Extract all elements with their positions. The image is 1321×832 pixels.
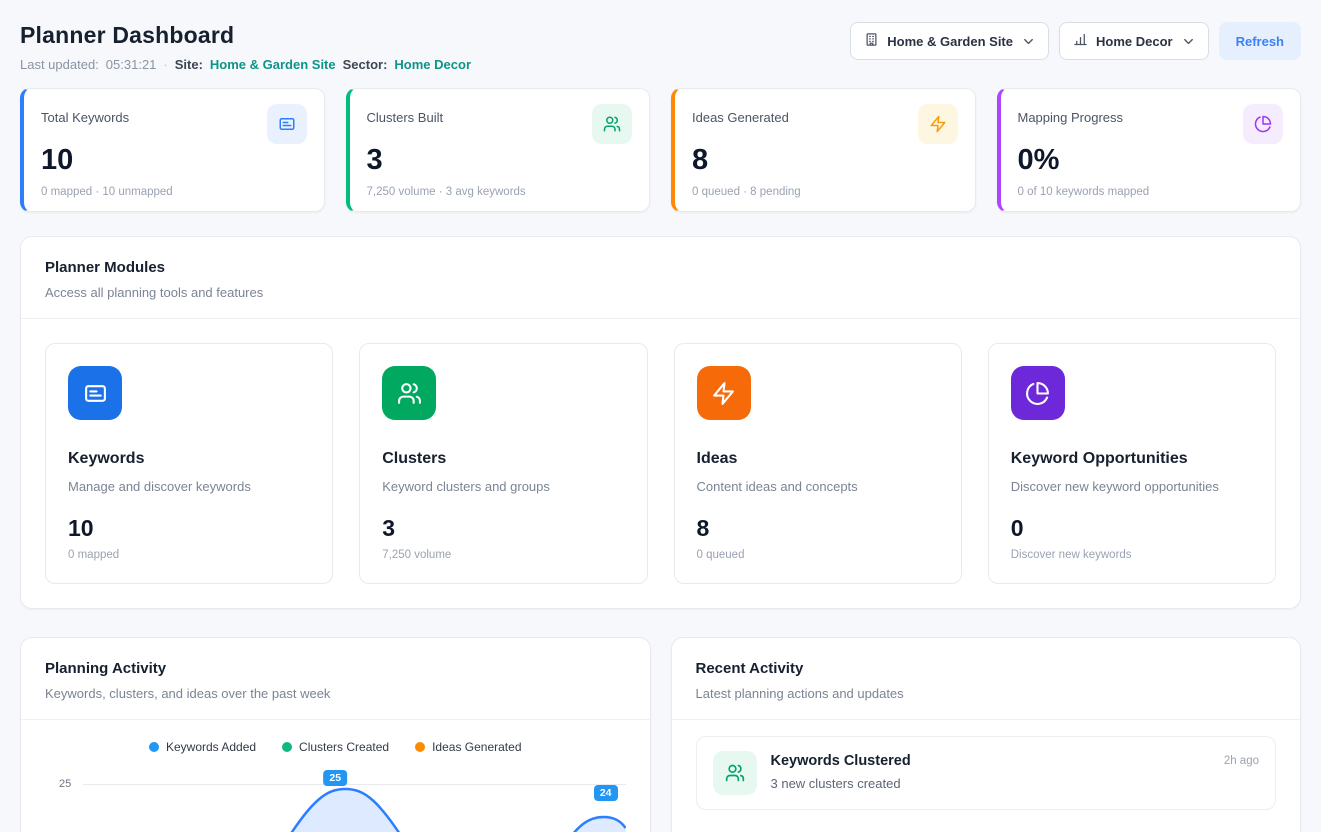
legend-dot-green: [282, 742, 292, 752]
keywords-area-series: [81, 772, 626, 832]
users-icon: [592, 104, 632, 144]
stat-card-clusters-built: Clusters Built 3 7,250 volume · 3 avg ke…: [346, 88, 651, 212]
header-meta: Last updated: 05:31:21 · Site: Home & Ga…: [20, 57, 471, 72]
stats-row: Total Keywords 10 0 mapped · 10 unmapped…: [20, 88, 1301, 212]
bottom-row: Planning Activity Keywords, clusters, an…: [20, 637, 1301, 832]
stat-subtext: 7,250 volume · 3 avg keywords: [367, 186, 633, 198]
users-icon: [382, 366, 436, 420]
module-subtext: 0 mapped: [68, 549, 310, 561]
legend-item-clusters-created: Clusters Created: [282, 740, 389, 754]
legend-dot-blue: [149, 742, 159, 752]
lightning-icon: [697, 366, 751, 420]
module-title: Clusters: [382, 450, 624, 468]
chevron-down-icon: [1021, 34, 1035, 48]
header-left: Planner Dashboard Last updated: 05:31:21…: [20, 22, 471, 72]
module-card-ideas[interactable]: Ideas Content ideas and concepts 8 0 que…: [674, 343, 962, 584]
refresh-button[interactable]: Refresh: [1219, 22, 1301, 60]
legend-item-keywords-added: Keywords Added: [149, 740, 256, 754]
stat-subtext: 0 queued · 8 pending: [692, 186, 958, 198]
modules-grid: Keywords Manage and discover keywords 10…: [45, 343, 1276, 584]
module-title: Keywords: [68, 450, 310, 468]
site-selector-label: Home & Garden Site: [887, 34, 1013, 49]
chart-legend: Keywords Added Clusters Created Ideas Ge…: [45, 740, 626, 754]
feed-item-timestamp: 2h ago: [1224, 751, 1259, 767]
legend-label: Ideas Generated: [432, 740, 521, 754]
module-value: 0: [1011, 515, 1253, 542]
feed-item-content: Keywords Clustered 3 new clusters create…: [771, 751, 1210, 791]
last-updated-label: Last updated:: [20, 57, 99, 72]
module-card-clusters[interactable]: Clusters Keyword clusters and groups 3 7…: [359, 343, 647, 584]
header-controls: Home & Garden Site Home Decor Refresh: [850, 22, 1301, 60]
module-subtext: Discover new keywords: [1011, 549, 1253, 561]
y-axis-tick: 25: [59, 778, 71, 790]
module-value: 3: [382, 515, 624, 542]
stat-label: Clusters Built: [367, 104, 444, 125]
data-point-badge: 24: [594, 785, 618, 801]
recent-activity-title: Recent Activity: [696, 660, 1277, 677]
sector-label: Sector:: [343, 57, 388, 72]
activity-chart: 25 25 24: [45, 770, 626, 832]
module-description: Content ideas and concepts: [697, 479, 939, 494]
planning-activity-title: Planning Activity: [45, 660, 626, 677]
modules-section-title: Planner Modules: [45, 259, 1276, 276]
sector-link[interactable]: Home Decor: [394, 57, 471, 72]
pie-chart-icon: [1243, 104, 1283, 144]
recent-activity-card: Recent Activity Latest planning actions …: [671, 637, 1302, 832]
legend-label: Clusters Created: [299, 740, 389, 754]
module-value: 8: [697, 515, 939, 542]
module-title: Keyword Opportunities: [1011, 450, 1253, 468]
page-title: Planner Dashboard: [20, 22, 471, 49]
stat-value: 10: [41, 144, 307, 177]
header: Planner Dashboard Last updated: 05:31:21…: [20, 22, 1301, 72]
stat-subtext: 0 of 10 keywords mapped: [1018, 186, 1284, 198]
bar-chart-icon: [1073, 32, 1088, 50]
feed-item-title: Keywords Clustered: [771, 753, 1210, 769]
recent-activity-subtitle: Latest planning actions and updates: [696, 686, 1277, 701]
users-icon: [713, 751, 757, 795]
legend-dot-orange: [415, 742, 425, 752]
planning-activity-card: Planning Activity Keywords, clusters, an…: [20, 637, 651, 832]
legend-label: Keywords Added: [166, 740, 256, 754]
sector-selector-label: Home Decor: [1096, 34, 1173, 49]
stat-subtext: 0 mapped · 10 unmapped: [41, 186, 307, 198]
module-description: Keyword clusters and groups: [382, 479, 624, 494]
site-selector-dropdown[interactable]: Home & Garden Site: [850, 22, 1049, 60]
data-point-badge: 25: [323, 770, 347, 786]
module-description: Manage and discover keywords: [68, 479, 310, 494]
pie-chart-icon: [1011, 366, 1065, 420]
stat-card-ideas-generated: Ideas Generated 8 0 queued · 8 pending: [671, 88, 976, 212]
site-link[interactable]: Home & Garden Site: [210, 57, 336, 72]
module-value: 10: [68, 515, 310, 542]
module-subtext: 7,250 volume: [382, 549, 624, 561]
module-description: Discover new keyword opportunities: [1011, 479, 1253, 494]
stat-value: 8: [692, 144, 958, 177]
module-title: Ideas: [697, 450, 939, 468]
planner-modules-section: Planner Modules Access all planning tool…: [20, 236, 1301, 609]
stat-value: 0%: [1018, 144, 1284, 177]
chevron-down-icon: [1181, 34, 1195, 48]
feed-item-description: 3 new clusters created: [771, 776, 1210, 791]
stat-label: Ideas Generated: [692, 104, 789, 125]
stat-label: Mapping Progress: [1018, 104, 1124, 125]
modules-section-subtitle: Access all planning tools and features: [45, 285, 1276, 300]
document-lines-icon: [267, 104, 307, 144]
meta-separator: ·: [163, 57, 167, 72]
stat-card-mapping-progress: Mapping Progress 0% 0 of 10 keywords map…: [997, 88, 1302, 212]
legend-item-ideas-generated: Ideas Generated: [415, 740, 521, 754]
module-card-keywords[interactable]: Keywords Manage and discover keywords 10…: [45, 343, 333, 584]
building-icon: [864, 32, 879, 50]
last-updated-value: 05:31:21: [106, 57, 157, 72]
planner-dashboard-page: Planner Dashboard Last updated: 05:31:21…: [0, 0, 1321, 832]
module-subtext: 0 queued: [697, 549, 939, 561]
stat-card-total-keywords: Total Keywords 10 0 mapped · 10 unmapped: [20, 88, 325, 212]
module-card-keyword-opportunities[interactable]: Keyword Opportunities Discover new keywo…: [988, 343, 1276, 584]
stat-label: Total Keywords: [41, 104, 129, 125]
stat-value: 3: [367, 144, 633, 177]
lightning-icon: [918, 104, 958, 144]
planning-activity-subtitle: Keywords, clusters, and ideas over the p…: [45, 686, 626, 701]
document-lines-icon: [68, 366, 122, 420]
sector-selector-dropdown[interactable]: Home Decor: [1059, 22, 1209, 60]
activity-feed-item[interactable]: Keywords Clustered 3 new clusters create…: [696, 736, 1277, 810]
site-label: Site:: [175, 57, 203, 72]
